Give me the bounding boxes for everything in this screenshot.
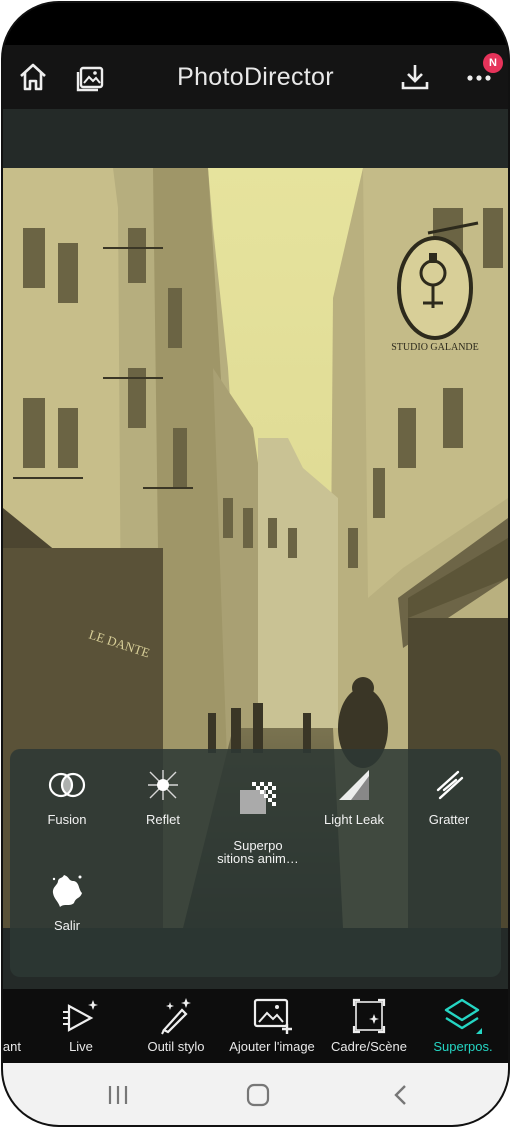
overlay-item-label: Fusion bbox=[47, 812, 87, 827]
back-icon bbox=[394, 1085, 406, 1105]
tab-add-image[interactable]: Ajouter l'image bbox=[220, 989, 324, 1063]
recents-button[interactable] bbox=[103, 1079, 133, 1111]
animated-overlay-icon bbox=[240, 782, 276, 814]
recents-icon bbox=[108, 1086, 128, 1104]
overlay-item-label: Superpo sitions anim… bbox=[217, 838, 299, 866]
app-top-bar: PhotoDirector N bbox=[3, 45, 508, 109]
scratch-icon bbox=[436, 770, 464, 800]
overlay-item-label: Light Leak bbox=[324, 812, 384, 827]
overlay-item-label: Salir bbox=[53, 918, 80, 933]
download-button[interactable] bbox=[395, 57, 435, 97]
add-image-icon bbox=[253, 998, 292, 1034]
live-icon bbox=[63, 1000, 98, 1032]
shop-sign-text: STUDIO GALANDE bbox=[391, 342, 479, 353]
editor-workspace: STUDIO GALANDE LE DANTE Fusion Reflet Su… bbox=[3, 109, 508, 989]
overlay-item-light-leak[interactable]: Light Leak bbox=[304, 765, 404, 827]
light-leak-icon bbox=[339, 770, 369, 800]
home-nav-icon bbox=[246, 1083, 270, 1107]
notification-badge: N bbox=[483, 53, 503, 73]
tab-label: Superpos. bbox=[433, 1039, 493, 1054]
overlay-item-fusion[interactable]: Fusion bbox=[17, 765, 117, 827]
frame-scene-icon bbox=[352, 998, 386, 1034]
dirt-icon bbox=[52, 875, 82, 907]
overlay-effects-panel: Fusion Reflet Superpo sitions anim… Ligh… bbox=[10, 749, 501, 977]
bottom-tool-bar: ant Live Outil stylo Ajouter l'image Cad… bbox=[3, 989, 508, 1063]
tab-partial[interactable]: ant bbox=[2, 989, 25, 1063]
overlay-item-animated[interactable]: Superpo sitions anim… bbox=[208, 765, 308, 878]
home-nav-button[interactable] bbox=[243, 1079, 273, 1111]
tab-frame-scene[interactable]: Cadre/Scène bbox=[319, 989, 419, 1063]
overlay-item-gratter[interactable]: Gratter bbox=[399, 765, 499, 827]
tab-label: Outil stylo bbox=[147, 1039, 205, 1054]
overlay-item-label: Reflet bbox=[146, 812, 180, 827]
tab-overlays[interactable]: Superpos. bbox=[413, 989, 508, 1063]
phone-device: PhotoDirector N STUDIO GALANDE LE DANTE … bbox=[0, 0, 511, 1129]
tab-live[interactable]: Live bbox=[31, 989, 131, 1063]
download-icon bbox=[401, 65, 429, 90]
tab-label: ant bbox=[2, 1039, 21, 1054]
status-bar bbox=[3, 3, 508, 45]
overlays-icon bbox=[444, 998, 482, 1034]
tab-label: Ajouter l'image bbox=[229, 1039, 315, 1054]
back-button[interactable] bbox=[386, 1079, 416, 1111]
pen-tool-icon bbox=[161, 998, 191, 1035]
fusion-icon bbox=[48, 772, 86, 798]
phone-screen: PhotoDirector N STUDIO GALANDE LE DANTE … bbox=[1, 1, 510, 1127]
tab-label: Cadre/Scène bbox=[331, 1039, 407, 1054]
reflet-icon bbox=[148, 770, 178, 800]
tab-pen-tool[interactable]: Outil stylo bbox=[126, 989, 226, 1063]
more-options-button[interactable]: N bbox=[459, 53, 503, 97]
overlay-item-salir[interactable]: Salir bbox=[17, 871, 117, 933]
system-navigation-bar bbox=[3, 1063, 508, 1125]
tab-label: Live bbox=[69, 1039, 93, 1054]
overlay-item-reflet[interactable]: Reflet bbox=[113, 765, 213, 827]
overlay-item-label: Gratter bbox=[428, 812, 470, 827]
